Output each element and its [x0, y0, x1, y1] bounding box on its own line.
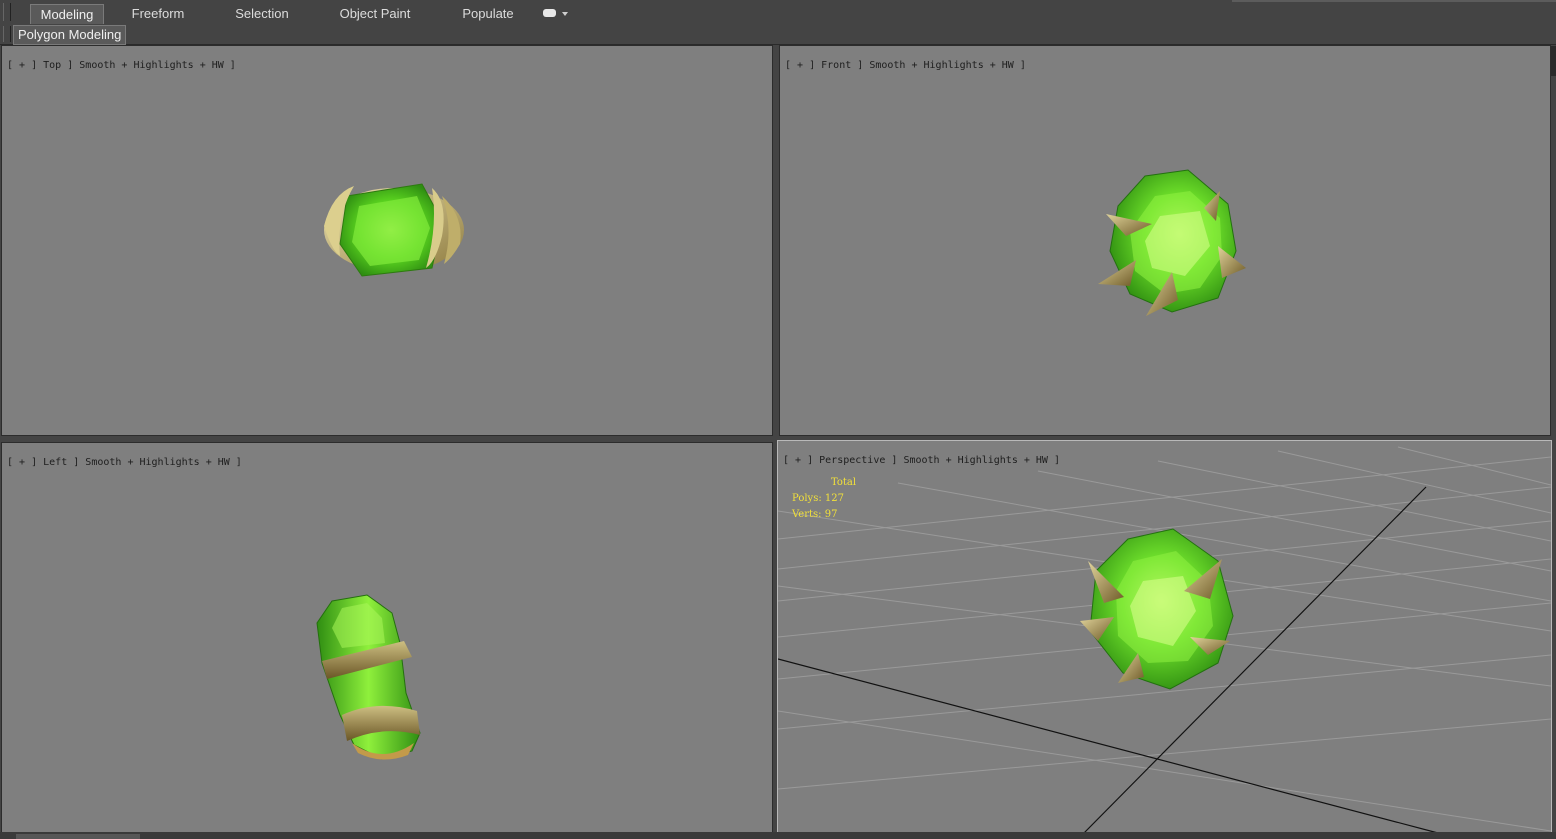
perspective-grid [778, 446, 1551, 834]
ribbon-grip[interactable] [3, 3, 11, 21]
tab-selection[interactable]: Selection [224, 4, 300, 24]
statistics-overlay: Total Polys: 127 Verts: 97 [792, 475, 856, 523]
ribbon-toggle-icon [543, 9, 556, 17]
viewport-label: [ + ] Perspective ] Smooth + Highlights … [783, 444, 1060, 466]
gem-model-front[interactable] [780, 46, 1550, 435]
viewport-front[interactable]: [ + ] Front ] Smooth + Highlights + HW ] [779, 45, 1551, 436]
panel-grip[interactable] [3, 26, 11, 42]
bottom-bar [0, 832, 1556, 839]
tab-freeform[interactable]: Freeform [120, 4, 196, 24]
polygon-modeling-button[interactable]: Polygon Modeling [13, 25, 127, 45]
chevron-down-icon [562, 12, 568, 16]
ribbon-tab-bar: Modeling Freeform Selection Object Paint… [0, 0, 1556, 25]
tab-populate[interactable]: Populate [450, 4, 526, 24]
ribbon-divider [1232, 0, 1556, 2]
gem-model-left[interactable] [2, 443, 772, 832]
ribbon-panel-bar: Polygon Modeling [0, 24, 1556, 45]
viewport-perspective[interactable]: [ + ] Perspective ] Smooth + Highlights … [777, 440, 1552, 835]
viewport-plus-menu[interactable]: [ + ] [783, 455, 813, 466]
viewport-top[interactable]: [ + ] Top ] Smooth + Highlights + HW ] [1, 45, 773, 436]
stats-polys: Polys: 127 [792, 493, 844, 504]
viewport-left[interactable]: [ + ] Left ] Smooth + Highlights + HW ] [1, 442, 773, 833]
ribbon-options-dropdown[interactable] [543, 8, 569, 18]
gem-model-top[interactable] [2, 46, 772, 435]
tab-modeling[interactable]: Modeling [30, 4, 104, 25]
viewport-view-menu[interactable]: Perspective ] [819, 455, 897, 466]
viewport-edge-handle[interactable] [1551, 46, 1556, 76]
viewport-shading-menu[interactable]: Smooth + Highlights + HW ] [903, 455, 1060, 466]
stats-header: Total [831, 477, 857, 488]
gem-model-perspective [1080, 528, 1234, 690]
bottom-tab-stub[interactable] [16, 834, 140, 839]
stats-verts: Verts: 97 [792, 509, 838, 520]
tab-object-paint[interactable]: Object Paint [330, 4, 420, 24]
